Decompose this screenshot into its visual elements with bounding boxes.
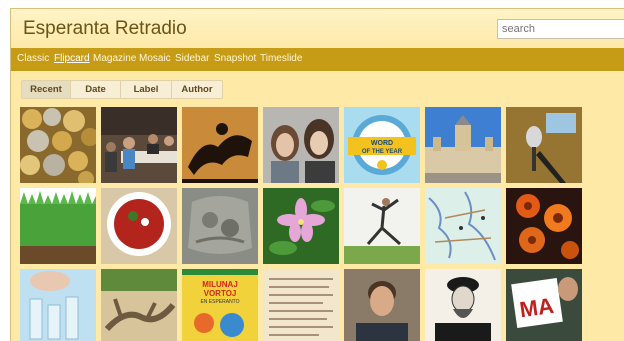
filter-recent-button[interactable]: Recent bbox=[22, 81, 71, 98]
flipcard-two-women[interactable] bbox=[263, 107, 339, 183]
greek-vase-image bbox=[182, 107, 258, 183]
driftwood-image bbox=[101, 269, 177, 341]
filter-date-button[interactable]: Date bbox=[71, 81, 121, 98]
two-women-image bbox=[263, 107, 339, 183]
flipcard-driftwood[interactable] bbox=[101, 269, 177, 341]
borscht-image bbox=[101, 188, 177, 264]
flipcard-microphone[interactable] bbox=[506, 107, 582, 183]
badge-line1: WORD bbox=[371, 140, 393, 147]
flipcard-orange-flowers[interactable] bbox=[506, 188, 582, 264]
portrait-engraving-image bbox=[425, 269, 501, 341]
blog-title[interactable]: Esperanta Retradio bbox=[23, 18, 187, 40]
flipcard-grass[interactable] bbox=[20, 188, 96, 264]
pink-flower-image bbox=[263, 188, 339, 264]
nav-item-classic[interactable]: Classic bbox=[17, 53, 49, 64]
flipcard-stone-relief[interactable] bbox=[182, 188, 258, 264]
ma-sign-image: MA bbox=[506, 269, 582, 341]
orange-flowers-image bbox=[506, 188, 582, 264]
word-of-the-year-image: WORD OF THE YEAR bbox=[344, 107, 420, 183]
search-input[interactable] bbox=[497, 19, 624, 39]
grass-image bbox=[20, 188, 96, 264]
flipcard-book-cover[interactable]: MILUNAJ VORTOJ EN ESPERANTO bbox=[182, 269, 258, 341]
book-title-line1: MILUNAJ bbox=[202, 280, 238, 289]
flipcard-map[interactable] bbox=[425, 188, 501, 264]
flipcard-ma-sign[interactable]: MA bbox=[506, 269, 582, 341]
flipcard-borscht[interactable] bbox=[101, 188, 177, 264]
nav-item-magazine[interactable]: Magazine bbox=[93, 53, 136, 64]
book-title-line3: EN ESPERANTO bbox=[200, 299, 239, 305]
nav-item-flipcard[interactable]: Flipcard bbox=[54, 53, 90, 64]
sign-text: MA bbox=[518, 293, 555, 323]
blog-frame: Esperanta Retradio Classic Flipcard Maga… bbox=[10, 8, 624, 341]
badge-line2: OF THE YEAR bbox=[362, 149, 403, 155]
flipcard-young-man[interactable] bbox=[344, 269, 420, 341]
yoga-image bbox=[344, 188, 420, 264]
map-image bbox=[425, 188, 501, 264]
view-switcher-nav: Classic Flipcard Magazine Mosaic Sidebar… bbox=[11, 48, 624, 71]
flipcard-pink-flower[interactable] bbox=[263, 188, 339, 264]
book-cover-image: MILUNAJ VORTOJ EN ESPERANTO bbox=[182, 269, 258, 341]
young-man-image bbox=[344, 269, 420, 341]
flipcard-palace[interactable] bbox=[425, 107, 501, 183]
nav-item-snapshot[interactable]: Snapshot bbox=[214, 53, 256, 64]
flipcard-yoga[interactable] bbox=[344, 188, 420, 264]
flipcard-manuscript[interactable] bbox=[263, 269, 339, 341]
sort-filter-bar: Recent Date Label Author bbox=[21, 80, 223, 99]
nav-item-mosaic[interactable]: Mosaic bbox=[139, 53, 171, 64]
manuscript-image bbox=[263, 269, 339, 341]
blog-header: Esperanta Retradio bbox=[11, 9, 624, 48]
palace-image bbox=[425, 107, 501, 183]
flipcard-portrait-engraving[interactable] bbox=[425, 269, 501, 341]
flipcard-word-of-the-year[interactable]: WORD OF THE YEAR bbox=[344, 107, 420, 183]
nav-item-timeslide[interactable]: Timeslide bbox=[260, 53, 302, 64]
office-meeting-image bbox=[101, 107, 177, 183]
coins-image bbox=[20, 107, 96, 183]
flipcard-coins[interactable] bbox=[20, 107, 96, 183]
nav-item-sidebar[interactable]: Sidebar bbox=[175, 53, 209, 64]
stone-relief-image bbox=[182, 188, 258, 264]
flipcard-laboratory[interactable] bbox=[20, 269, 96, 341]
microphone-image bbox=[506, 107, 582, 183]
laboratory-image bbox=[20, 269, 96, 341]
filter-label-button[interactable]: Label bbox=[121, 81, 172, 98]
book-title-line2: VORTOJ bbox=[204, 289, 237, 298]
filter-author-button[interactable]: Author bbox=[172, 81, 222, 98]
flipcard-greek-vase[interactable] bbox=[182, 107, 258, 183]
flipcard-office-meeting[interactable] bbox=[101, 107, 177, 183]
